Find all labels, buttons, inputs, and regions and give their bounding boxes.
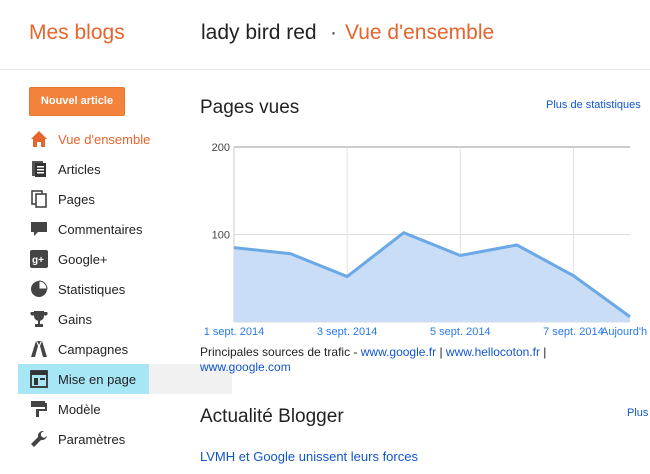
traffic-source-link[interactable]: www.hellocoton.fr xyxy=(446,345,540,359)
blogger-news-more-link[interactable]: Plus xyxy=(627,407,648,419)
traffic-sources: Principales sources de trafic - www.goog… xyxy=(200,345,645,375)
chart-area xyxy=(234,232,630,322)
blogger-news-title: Actualité Blogger xyxy=(200,406,344,427)
chart-x-tick-label: Aujourd'h xyxy=(601,326,647,338)
news-item-link[interactable]: LVMH et Google unissent leurs forces xyxy=(200,449,418,464)
sidebar-item-template[interactable]: Modèle xyxy=(20,394,205,424)
sidebar-item-label: Mise en page xyxy=(58,372,137,387)
sidebar-item-label: Paramètres xyxy=(58,432,126,447)
pageviews-chart: 100 200 1 sept. 2014 3 sept. 2014 5 sept. 2… xyxy=(204,142,647,338)
chart-y-axis: 100 200 xyxy=(212,142,230,242)
sidebar-item-settings[interactable]: Paramètres xyxy=(20,424,205,454)
traffic-separator: | xyxy=(539,345,547,359)
chart-x-tick-label: 5 sept. 2014 xyxy=(430,326,491,338)
chart-y-tick-label: 200 xyxy=(212,142,230,154)
template-icon xyxy=(31,401,47,417)
chart-x-tick-label: 7 sept. 2014 xyxy=(543,326,604,338)
traffic-source-link[interactable]: www.google.com xyxy=(200,360,291,374)
chart-x-tick-label: 3 sept. 2014 xyxy=(317,326,378,338)
wrench-icon xyxy=(31,431,47,447)
layout-icon xyxy=(30,370,48,388)
traffic-source-link[interactable]: www.google.fr xyxy=(361,345,436,359)
traffic-label: Principales sources de trafic - xyxy=(200,345,361,359)
traffic-separator: | xyxy=(436,345,446,359)
sidebar-item-label: Modèle xyxy=(58,402,101,417)
chart-y-tick-label: 100 xyxy=(212,230,230,242)
chart-x-tick-label: 1 sept. 2014 xyxy=(204,326,265,338)
chart-x-axis: 1 sept. 2014 3 sept. 2014 5 sept. 2014 7 se… xyxy=(204,326,647,338)
